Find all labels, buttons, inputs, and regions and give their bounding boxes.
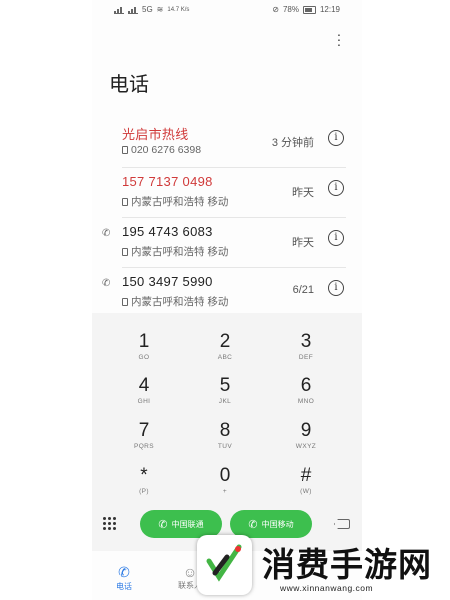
dial-key-0[interactable]: 0 + (195, 465, 255, 495)
network-speed: 14.7 K/s (167, 6, 190, 13)
outgoing-call-icon: ✆ (102, 228, 111, 239)
phone-icon: ✆ (118, 564, 130, 580)
clock: 12:19 (319, 5, 340, 14)
signal-icon (114, 6, 124, 14)
dial-key-star[interactable]: * (P) (114, 465, 174, 495)
battery-icon (302, 5, 316, 14)
dial-key-7[interactable]: 7 PQRS (114, 420, 174, 450)
phone-screen: 5G ≋ 14.7 K/s ⊘ 78% 12:19 · · · 电话 光启市热线 0… (92, 0, 362, 600)
dial-key-8[interactable]: 8 TUV (195, 420, 255, 450)
caller-name: 157 7137 0498 (122, 174, 213, 189)
tab-phone[interactable]: ✆ 电话 (99, 564, 149, 592)
network-type: 5G (142, 5, 153, 14)
call-time: 3 分钟前 (271, 137, 314, 149)
call-time: 昨天 (292, 187, 314, 199)
phone-icon: ✆ (158, 518, 168, 531)
call-sim2-label: 中国移动 (261, 519, 294, 529)
tab-label: 电话 (116, 582, 132, 591)
phone-icon: ✆ (248, 518, 258, 531)
call-time: 6/21 (292, 284, 314, 296)
sim-icon (122, 247, 128, 256)
call-log-row[interactable]: 157 7137 0498 内蒙古呼和浩特 移动 昨天 i (122, 168, 346, 218)
call-log-row[interactable]: ✆ 195 4743 6083 内蒙古呼和浩特 移动 昨天 i (102, 218, 346, 268)
call-time: 昨天 (292, 237, 314, 249)
call-sim2-button[interactable]: ✆ 中国移动 (230, 510, 312, 538)
watermark-logo (197, 535, 252, 595)
caller-detail: 内蒙古呼和浩特 移动 (131, 296, 229, 308)
info-icon[interactable]: i (328, 180, 344, 196)
info-icon[interactable]: i (328, 280, 344, 296)
caller-detail: 内蒙古呼和浩特 移动 (131, 246, 229, 258)
mute-icon: ⊘ (272, 5, 279, 14)
info-icon[interactable]: i (328, 130, 344, 146)
wifi-icon: ≋ (156, 5, 164, 14)
dial-key-hash[interactable]: # (W) (276, 465, 336, 495)
watermark-url: www.xinnanwang.com (280, 583, 374, 593)
call-log-row[interactable]: 光启市热线 020 6276 6398 3 分钟前 i (122, 118, 346, 168)
dial-key-9[interactable]: 9 WXYZ (276, 420, 336, 450)
info-icon[interactable]: i (328, 230, 344, 246)
call-sim1-label: 中国联通 (171, 519, 204, 529)
caller-detail: 内蒙古呼和浩特 移动 (131, 196, 229, 208)
outgoing-call-icon: ✆ (102, 278, 111, 289)
status-bar: 5G ≋ 14.7 K/s ⊘ 78% 12:19 (92, 0, 362, 20)
dial-key-2[interactable]: 2 ABC (195, 331, 255, 361)
caller-name: 195 4743 6083 (122, 224, 213, 239)
recent-calls-list: 光启市热线 020 6276 6398 3 分钟前 i 157 7137 049… (92, 118, 362, 317)
caller-detail: 020 6276 6398 (131, 144, 202, 156)
dial-key-6[interactable]: 6 MNO (276, 375, 336, 405)
sim-icon (122, 297, 128, 306)
signal-icon-2 (128, 6, 138, 14)
watermark-check-icon (206, 544, 242, 582)
page-title: 电话 (109, 74, 149, 96)
call-sim1-button[interactable]: ✆ 中国联通 (140, 510, 222, 538)
caller-name: 150 3497 5990 (122, 274, 213, 289)
battery-percent: 78% (282, 5, 299, 14)
dial-key-1[interactable]: 1 GO (114, 331, 174, 361)
dial-key-5[interactable]: 5 JKL (195, 375, 255, 405)
call-log-row[interactable]: ✆ 150 3497 5990 内蒙古呼和浩特 移动 6/21 i (102, 268, 346, 317)
dial-key-3[interactable]: 3 DEF (276, 331, 336, 361)
sim-icon (122, 146, 128, 154)
more-options-icon[interactable]: · · · (336, 27, 342, 51)
keypad-toggle-icon[interactable] (103, 517, 117, 531)
caller-name: 光启市热线 (122, 127, 189, 142)
backspace-icon[interactable] (334, 519, 350, 529)
dial-key-4[interactable]: 4 GHI (114, 375, 174, 405)
sim-icon (122, 197, 128, 206)
watermark-text: 消费手游网 (262, 545, 432, 584)
